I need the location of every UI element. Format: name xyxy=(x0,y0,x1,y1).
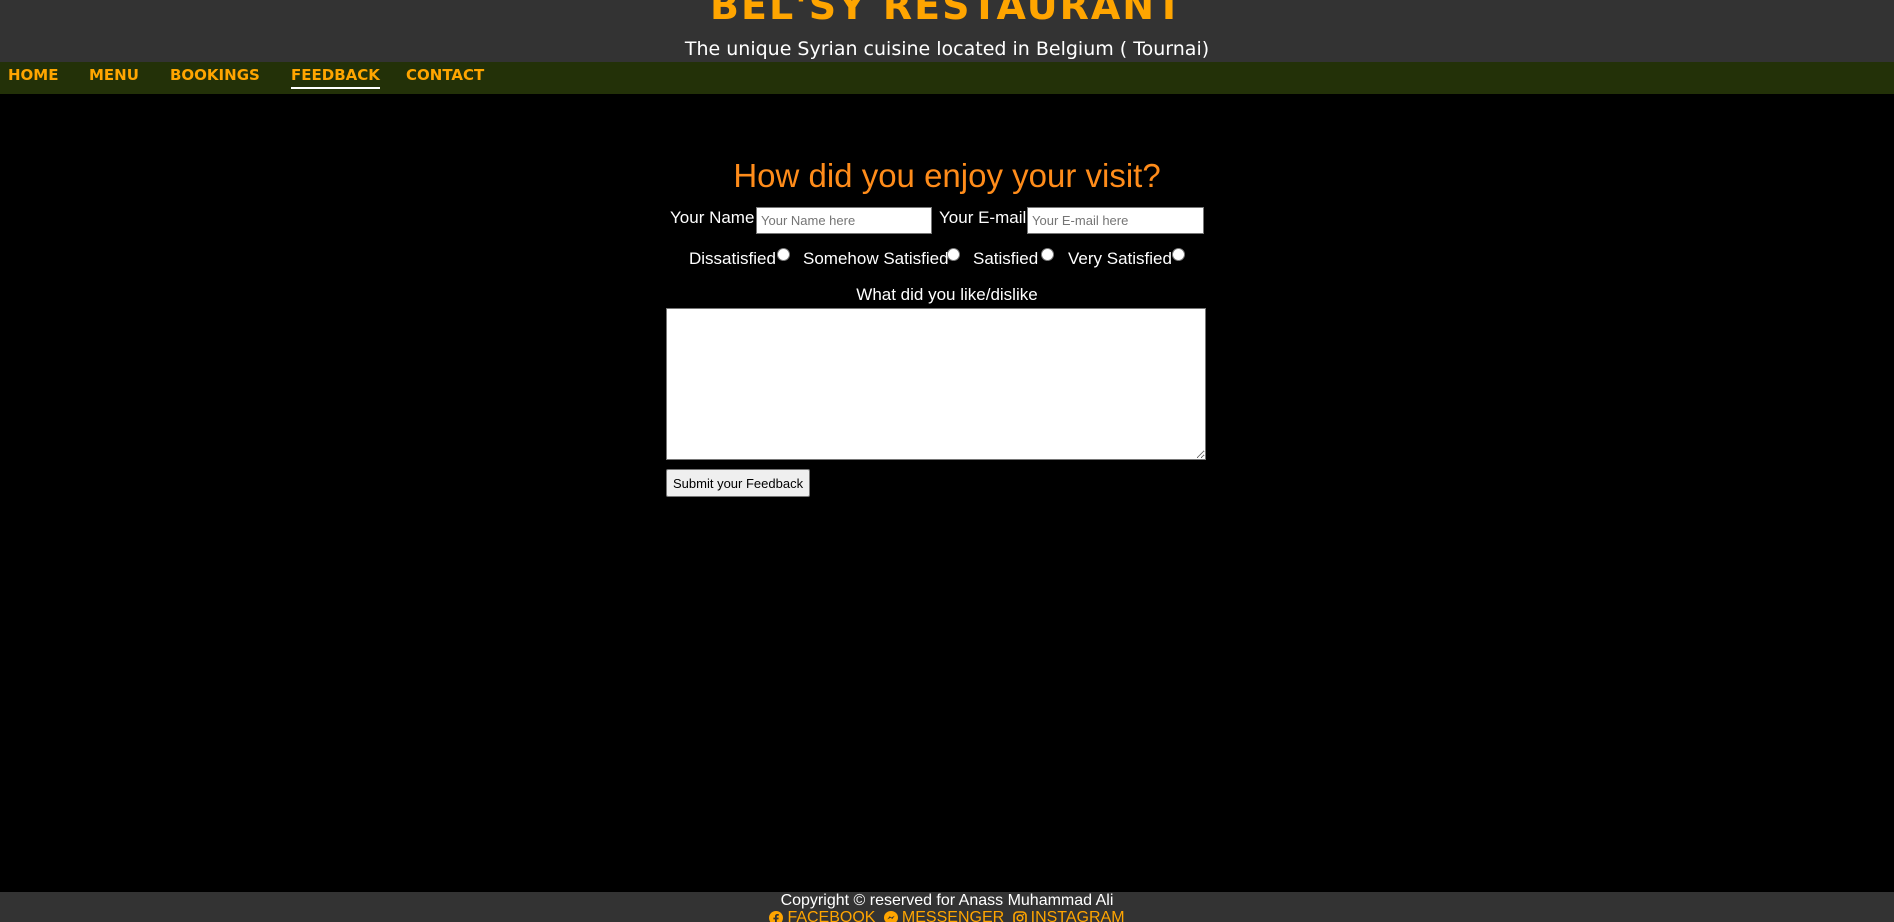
feedback-heading: How did you enjoy your visit? xyxy=(733,157,1161,194)
comments-textarea[interactable] xyxy=(666,308,1206,460)
rating-radio-somehow-satisfied[interactable] xyxy=(947,248,960,261)
email-label: Your E-mail xyxy=(939,208,1027,227)
nav-item-contact[interactable]: CONTACT xyxy=(406,66,484,87)
main-nav: HOME MENU BOOKINGS FEEDBACK CONTACT xyxy=(0,62,1894,94)
site-footer: Copyright © reserved for Anass Muhammad … xyxy=(0,892,1894,922)
nav-item-bookings[interactable]: BOOKINGS xyxy=(170,66,260,87)
nav-item-feedback[interactable]: FEEDBACK xyxy=(291,66,380,89)
instagram-link-label: INSTAGRAM xyxy=(1030,909,1125,922)
email-input[interactable] xyxy=(1027,207,1204,234)
instagram-icon xyxy=(1012,911,1027,922)
messenger-icon xyxy=(883,911,898,922)
rating-radio-very-satisfied[interactable] xyxy=(1172,248,1185,261)
instagram-link[interactable]: INSTAGRAM xyxy=(1012,909,1125,922)
name-input[interactable] xyxy=(756,207,932,234)
copyright-text: Copyright © reserved for Anass Muhammad … xyxy=(780,892,1114,909)
name-label: Your Name xyxy=(670,208,755,227)
site-title: BEL'SY RESTAURANT xyxy=(710,0,1184,28)
rating-label-satisfied: Satisfied xyxy=(973,249,1039,268)
facebook-icon xyxy=(769,911,784,922)
social-links: FACEBOOK MESSENGER INSTAGRAM xyxy=(0,909,1894,922)
site-header: BEL'SY RESTAURANT The unique Syrian cuis… xyxy=(0,0,1894,62)
nav-item-home[interactable]: HOME xyxy=(8,66,58,87)
rating-radio-satisfied[interactable] xyxy=(1041,248,1054,261)
facebook-link-label: FACEBOOK xyxy=(787,909,876,922)
site-subtitle: The unique Syrian cuisine located in Bel… xyxy=(684,38,1210,60)
messenger-link-label: MESSENGER xyxy=(901,909,1005,922)
submit-feedback-button[interactable]: Submit your Feedback xyxy=(666,469,811,497)
rating-label-very-satisfied: Very Satisfied xyxy=(1068,249,1172,268)
comments-label: What did you like/dislike xyxy=(856,285,1038,304)
facebook-link[interactable]: FACEBOOK xyxy=(769,909,875,922)
rating-label-dissatisfied: Dissatisfied xyxy=(689,249,776,268)
rating-radio-dissatisfied[interactable] xyxy=(777,248,790,261)
nav-item-menu[interactable]: MENU xyxy=(89,66,139,87)
rating-label-somehow-satisfied: Somehow Satisfied xyxy=(803,249,949,268)
messenger-link[interactable]: MESSENGER xyxy=(883,909,1005,922)
